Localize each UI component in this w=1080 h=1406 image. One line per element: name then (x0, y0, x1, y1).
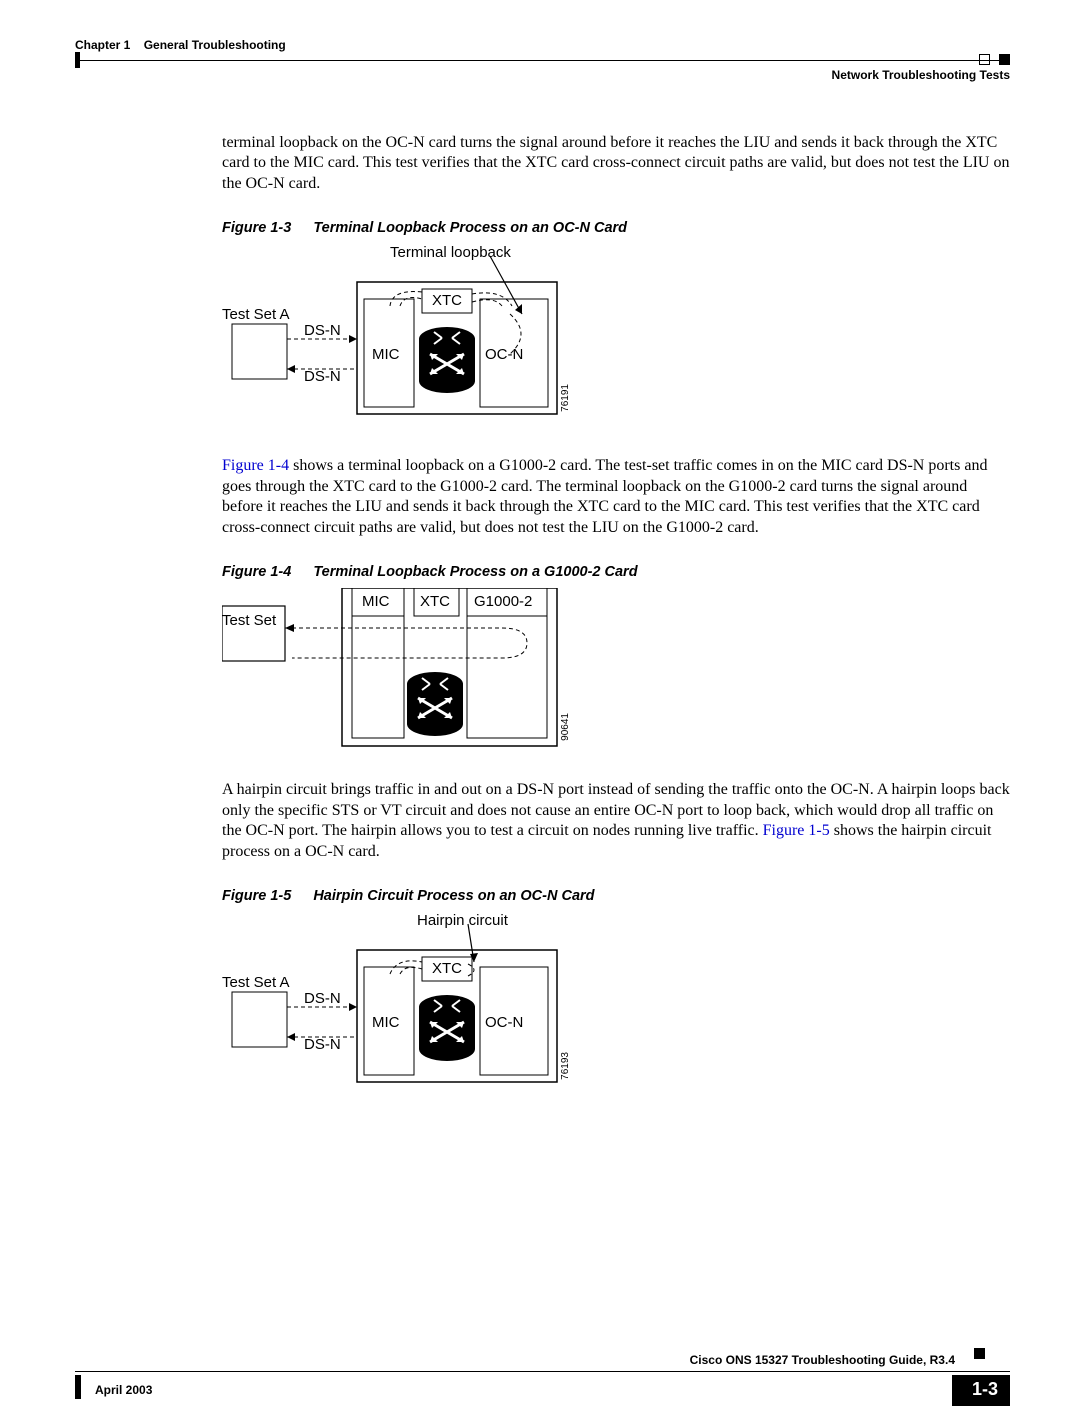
figure-title: Terminal Loopback Process on a G1000-2 C… (313, 564, 637, 580)
diagram-svg (222, 588, 642, 758)
figure-diagram: Hairpin circuit Test Set A DS-N DS-N MIC… (222, 912, 1012, 1102)
document-title: Cisco ONS 15327 Troubleshooting Guide, R… (690, 1353, 955, 1367)
mic-label: MIC (372, 346, 400, 363)
xtc-label: XTC (432, 960, 462, 977)
section-name: Network Troubleshooting Tests (832, 68, 1010, 82)
header-square-outline-icon (979, 54, 990, 65)
footer-date: April 2003 (95, 1383, 152, 1397)
test-set-label: Test Set A (222, 306, 290, 323)
ocn-label: OC-N (485, 1014, 523, 1031)
paragraph: Figure 1-4 shows a terminal loopback on … (222, 456, 1012, 538)
mic-label: MIC (362, 593, 390, 610)
terminal-loopback-label: Terminal loopback (390, 244, 511, 261)
xtc-label: XTC (432, 292, 462, 309)
dsn-label: DS-N (304, 990, 341, 1007)
figure-id: 90641 (560, 713, 571, 741)
page-header: Chapter 1 General Troubleshooting Networ… (75, 38, 1010, 60)
paragraph: terminal loopback on the OC-N card turns… (222, 133, 1012, 194)
g1000-label: G1000-2 (474, 593, 532, 610)
dsn-label: DS-N (304, 322, 341, 339)
figure-title: Terminal Loopback Process on an OC-N Car… (313, 220, 627, 236)
figure-title: Hairpin Circuit Process on an OC-N Card (313, 888, 594, 904)
figure-id: 76193 (560, 1052, 571, 1080)
test-set-label: Test Set (222, 612, 276, 629)
dsn-label: DS-N (304, 1036, 341, 1053)
figure-reference-link[interactable]: Figure 1-4 (222, 457, 289, 474)
footer-rule (75, 1371, 1010, 1372)
figure-number: Figure 1-3 (222, 220, 291, 236)
figure-number: Figure 1-5 (222, 888, 291, 904)
figure-caption: Figure 1-5 Hairpin Circuit Process on an… (222, 888, 1012, 904)
header-rule (75, 60, 1010, 61)
paragraph-text: shows a terminal loopback on a G1000-2 c… (222, 457, 987, 535)
dsn-label: DS-N (304, 368, 341, 385)
diagram-svg (222, 244, 642, 434)
hairpin-circuit-label: Hairpin circuit (417, 912, 508, 929)
test-set-label: Test Set A (222, 974, 290, 991)
figure-diagram: Terminal loopback Test Set A DS-N DS-N M… (222, 244, 1012, 434)
figure-reference-link[interactable]: Figure 1-5 (763, 822, 830, 839)
header-square-solid-icon (999, 54, 1010, 65)
chapter-name: General Troubleshooting (144, 38, 286, 52)
paragraph: A hairpin circuit brings traffic in and … (222, 780, 1012, 862)
header-breadcrumb: Chapter 1 General Troubleshooting (75, 38, 286, 52)
diagram-svg (222, 912, 642, 1102)
xtc-label: XTC (420, 593, 450, 610)
mic-label: MIC (372, 1014, 400, 1031)
chapter-number: Chapter 1 (75, 38, 130, 52)
figure-diagram: Test Set MIC XTC G1000-2 90641 (222, 588, 1012, 758)
ocn-label: OC-N (485, 346, 523, 363)
footer-square-icon (974, 1348, 985, 1359)
figure-id: 76191 (560, 384, 571, 412)
page-content: terminal loopback on the OC-N card turns… (222, 133, 1012, 1124)
page-number: 1-3 (952, 1375, 1010, 1406)
figure-number: Figure 1-4 (222, 564, 291, 580)
figure-caption: Figure 1-4 Terminal Loopback Process on … (222, 564, 1012, 580)
figure-caption: Figure 1-3 Terminal Loopback Process on … (222, 220, 1012, 236)
footer-left-bar (75, 1375, 81, 1399)
